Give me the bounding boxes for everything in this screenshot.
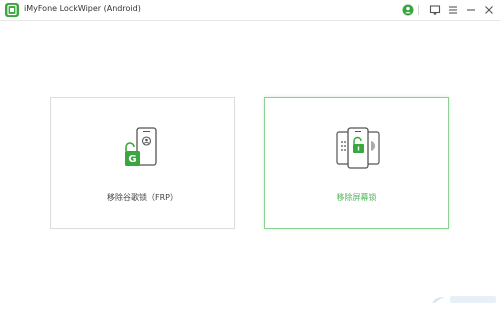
minimize-icon[interactable] xyxy=(464,3,478,17)
remove-screen-lock-card[interactable]: 移除屏幕锁 xyxy=(264,97,449,229)
screen-lock-phones-icon xyxy=(334,127,382,173)
site-watermark-logo xyxy=(428,291,498,305)
titlebar-divider xyxy=(418,5,419,15)
account-icon[interactable] xyxy=(401,3,415,17)
close-icon[interactable] xyxy=(482,3,496,17)
app-logo-icon xyxy=(5,3,19,17)
svg-text:G: G xyxy=(128,154,136,165)
menu-icon[interactable] xyxy=(446,3,460,17)
remove-frp-card[interactable]: G 移除谷歌锁（FRP） xyxy=(50,97,235,229)
remove-screen-lock-label: 移除屏幕锁 xyxy=(336,193,377,202)
frp-phone-unlock-icon: G xyxy=(123,127,163,173)
title-bar: iMyFone LockWiper (Android) xyxy=(0,0,500,21)
app-title: iMyFone LockWiper (Android) xyxy=(24,4,141,13)
feedback-icon[interactable] xyxy=(428,3,442,17)
remove-frp-label: 移除谷歌锁（FRP） xyxy=(107,193,178,202)
